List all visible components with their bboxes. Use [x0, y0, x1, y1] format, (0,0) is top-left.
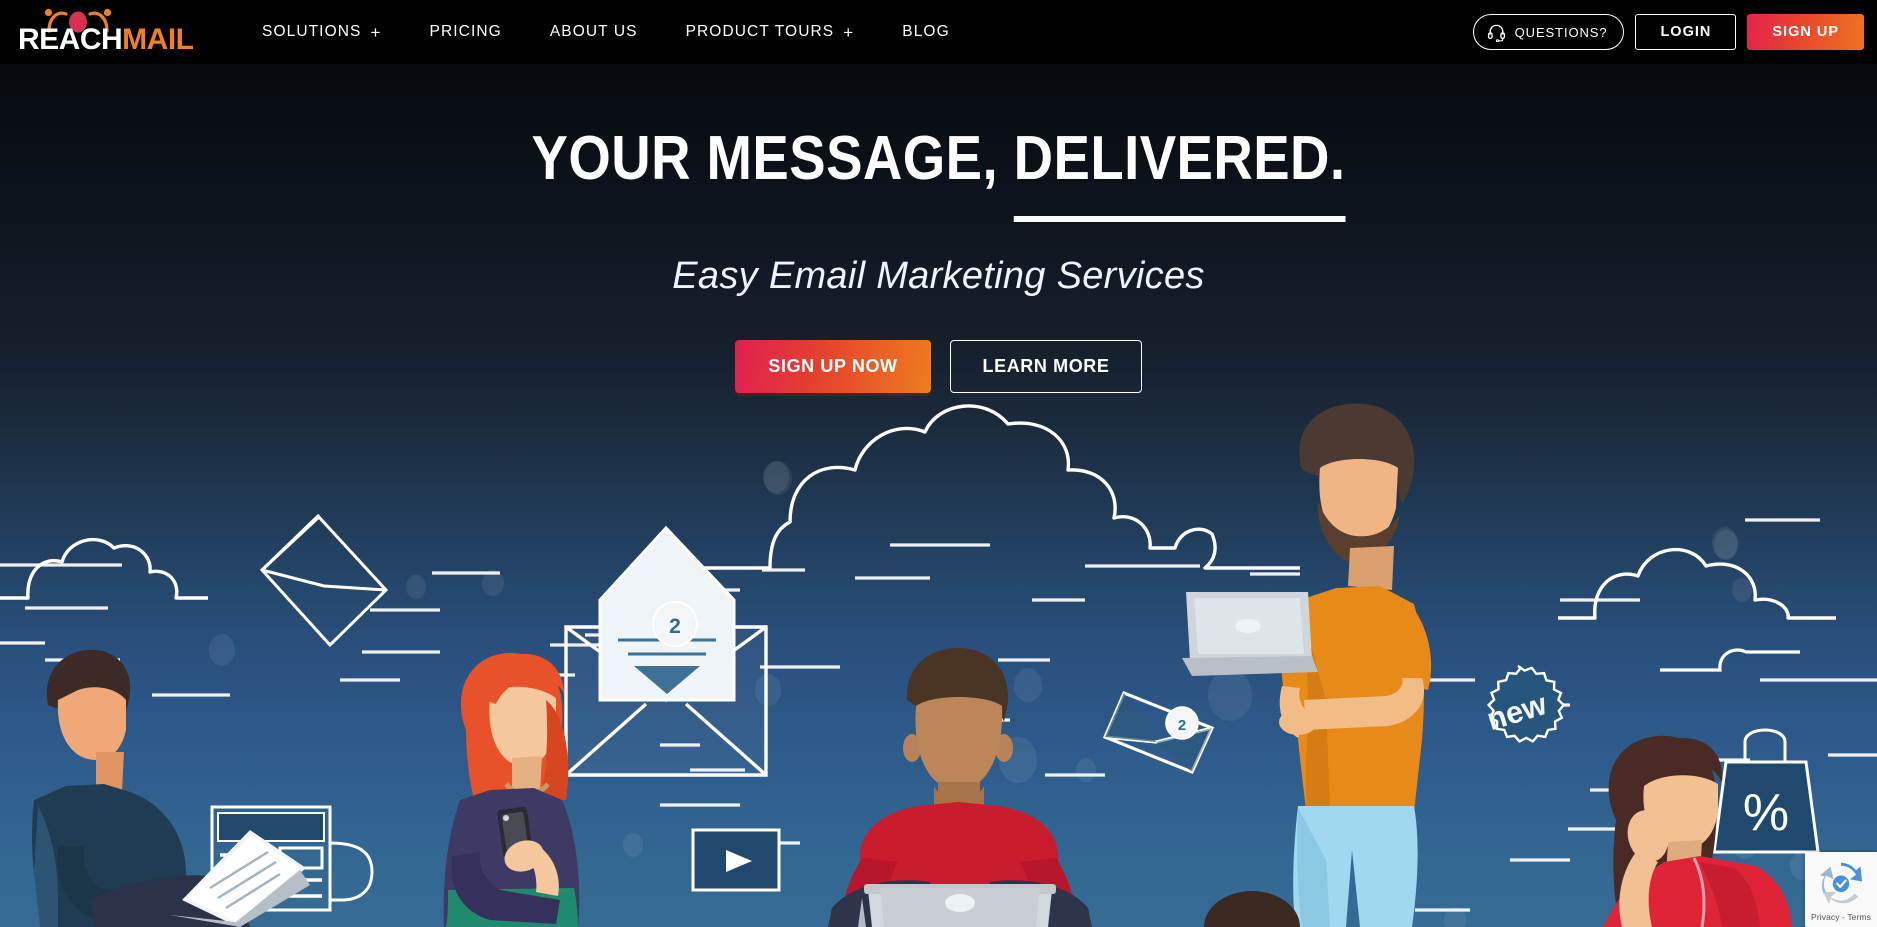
page-title: YOUR MESSAGE, DELIVERED. [113, 128, 1765, 190]
questions-label: QUESTIONS? [1514, 24, 1608, 40]
logo-wordmark: REACHMAIL [18, 25, 194, 55]
logo-text-mail: MAIL [122, 23, 194, 56]
top-navigation-bar: REACHMAIL SOLUTIONS + PRICING ABOUT US P… [0, 0, 1877, 64]
envelope-badge-count-2: 2 [1178, 717, 1186, 734]
nav-label-solutions: SOLUTIONS [262, 23, 362, 40]
login-label: LOGIN [1660, 24, 1712, 40]
nav-actions: QUESTIONS? LOGIN SIGN UP [1472, 0, 1864, 64]
landing-page: 2 2 new % REACHMAIL SOLUTIONS + PRICING … [0, 0, 1877, 927]
envelope-badge-count-1: 2 [669, 615, 681, 638]
chevron-plus-icon-solutions: + [370, 22, 382, 42]
recaptcha-logo-icon [1820, 862, 1862, 904]
hero-title-lead: YOUR MESSAGE, [531, 124, 1014, 193]
recaptcha-badge[interactable]: Privacy - Terms [1805, 852, 1877, 927]
signup-now-button[interactable]: SIGN UP NOW [735, 340, 931, 393]
nav-item-product-tours[interactable]: PRODUCT TOURS + [662, 0, 879, 64]
person-partial-bottom [1204, 891, 1300, 927]
hero-title-emphasis: DELIVERED. [1013, 124, 1346, 193]
percent-badge-text: % [1743, 784, 1789, 842]
person-man-sitting-laptop [32, 649, 310, 927]
nav-item-blog[interactable]: BLOG [878, 0, 973, 64]
nav-label-blog: BLOG [902, 23, 950, 40]
hero-subtitle: Easy Email Marketing Services [672, 255, 1205, 297]
nav-label-about-us: ABOUT US [549, 23, 638, 40]
headset-icon [1487, 24, 1505, 42]
logo[interactable]: REACHMAIL [18, 8, 194, 56]
main-menu: SOLUTIONS + PRICING ABOUT US PRODUCT TOU… [238, 0, 974, 64]
questions-button[interactable]: QUESTIONS? [1472, 14, 1625, 50]
chevron-plus-icon-product-tours: + [843, 22, 855, 42]
signup-label: SIGN UP [1772, 24, 1839, 40]
nav-item-about-us[interactable]: ABOUT US [526, 0, 662, 64]
person-man-crosslegged-laptop [828, 648, 1092, 927]
nav-label-pricing: PRICING [429, 23, 502, 40]
learn-more-button[interactable]: LEARN MORE [950, 340, 1142, 393]
nav-item-solutions[interactable]: SOLUTIONS + [238, 0, 406, 64]
logo-text-reach: REACH [18, 23, 123, 56]
nav-label-product-tours: PRODUCT TOURS [685, 23, 835, 40]
login-button[interactable]: LOGIN [1635, 14, 1737, 50]
signup-button[interactable]: SIGN UP [1747, 14, 1864, 50]
recaptcha-privacy-terms[interactable]: Privacy - Terms [1805, 912, 1877, 922]
hero-cta-group: SIGN UP NOW LEARN MORE [0, 340, 1877, 393]
person-bearded-man-standing [1182, 403, 1432, 927]
nav-item-pricing[interactable]: PRICING [406, 0, 526, 64]
person-woman-with-phone [443, 653, 580, 927]
